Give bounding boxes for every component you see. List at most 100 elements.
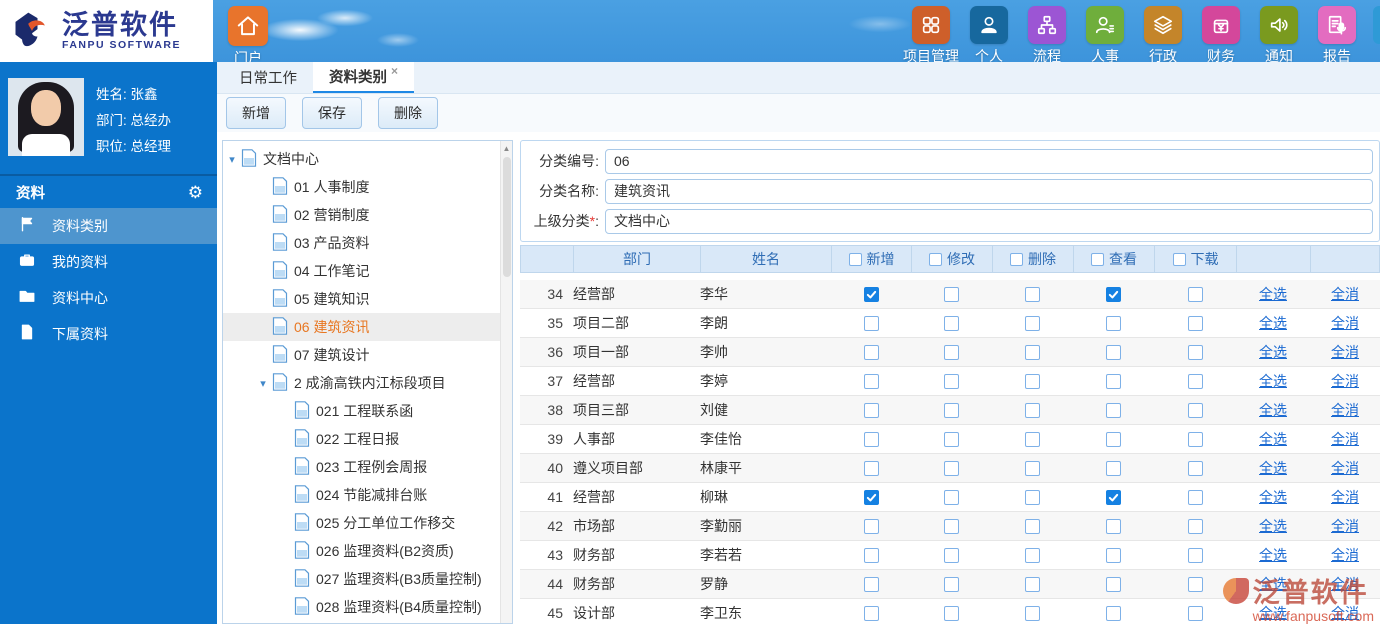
perm-checkbox-删除[interactable] (1025, 518, 1040, 534)
sidebar-item-briefcase[interactable]: 我的资料 (0, 244, 217, 280)
perm-checkbox-下载[interactable] (1187, 315, 1203, 331)
tree-item-0[interactable]: ▾ 文档中心 (223, 145, 512, 173)
select-all-link[interactable]: 全选 (1259, 284, 1287, 304)
perm-checkbox-查看[interactable] (1106, 431, 1121, 447)
tree-item-4[interactable]: 04 工作笔记 (223, 257, 512, 285)
header-checkbox-1[interactable] (929, 252, 942, 266)
category-number-input[interactable] (605, 148, 1373, 174)
perm-checkbox-删除[interactable] (1025, 460, 1040, 476)
perm-checkbox-删除[interactable] (1025, 373, 1040, 389)
tree-item-9[interactable]: 021 工程联系函 (223, 397, 512, 425)
perm-checkbox-下载[interactable] (1187, 344, 1203, 360)
clear-all-link[interactable]: 全消 (1331, 545, 1359, 565)
perm-checkbox-新增[interactable] (863, 547, 879, 563)
tree-item-11[interactable]: 023 工程例会周报 (223, 453, 512, 481)
sidebar-item-file[interactable]: 下属资料 (0, 316, 217, 352)
nav-item-3[interactable]: 人事 (1076, 6, 1134, 66)
nav-item-portal[interactable]: 门户 (222, 6, 274, 68)
perm-checkbox-查看[interactable] (1106, 460, 1121, 476)
clear-all-link[interactable]: 全消 (1331, 516, 1359, 536)
perm-checkbox-删除[interactable] (1025, 576, 1040, 592)
perm-checkbox-查看[interactable] (1106, 344, 1121, 360)
nav-item-partial[interactable] (1373, 6, 1380, 44)
tree-item-3[interactable]: 03 产品资料 (223, 229, 512, 257)
select-all-link[interactable]: 全选 (1259, 313, 1287, 333)
delete-button[interactable]: 删除 (378, 97, 438, 129)
perm-checkbox-查看[interactable] (1106, 315, 1121, 331)
perm-checkbox-修改[interactable] (944, 402, 959, 418)
perm-checkbox-修改[interactable] (944, 489, 959, 505)
nav-item-7[interactable]: 报告 (1308, 6, 1366, 66)
header-checkbox-3[interactable] (1091, 252, 1104, 266)
select-all-link[interactable]: 全选 (1259, 458, 1287, 478)
tree-item-7[interactable]: 07 建筑设计 (223, 341, 512, 369)
perm-checkbox-下载[interactable] (1187, 431, 1203, 447)
perm-checkbox-修改[interactable] (944, 344, 959, 360)
nav-item-0[interactable]: 项目管理 (902, 6, 960, 66)
select-all-link[interactable]: 全选 (1259, 400, 1287, 420)
nav-item-1[interactable]: 个人 (960, 6, 1018, 66)
perm-checkbox-新增[interactable] (863, 286, 879, 302)
select-all-link[interactable]: 全选 (1259, 545, 1287, 565)
perm-checkbox-查看[interactable] (1106, 576, 1121, 592)
gear-icon[interactable]: ⚙ (188, 184, 203, 201)
tree-item-16[interactable]: 028 监理资料(B4质量控制) (223, 593, 512, 621)
nav-item-6[interactable]: 通知 (1250, 6, 1308, 66)
sidebar-item-flag[interactable]: 资料类别 (0, 208, 217, 244)
nav-item-2[interactable]: 流程 (1018, 6, 1076, 66)
perm-checkbox-下载[interactable] (1187, 373, 1203, 389)
perm-checkbox-新增[interactable] (863, 431, 879, 447)
perm-checkbox-修改[interactable] (944, 373, 959, 389)
tree-item-14[interactable]: 026 监理资料(B2资质) (223, 537, 512, 565)
perm-checkbox-查看[interactable] (1106, 286, 1121, 302)
sidebar-item-folder[interactable]: 资料中心 (0, 280, 217, 316)
save-button[interactable]: 保存 (302, 97, 362, 129)
perm-checkbox-查看[interactable] (1106, 518, 1121, 534)
tab-material-category[interactable]: 资料类别 × (313, 62, 415, 93)
scrollbar-thumb[interactable] (502, 157, 511, 277)
clear-all-link[interactable]: 全消 (1331, 284, 1359, 304)
header-checkbox-2[interactable] (1010, 252, 1023, 266)
perm-checkbox-查看[interactable] (1106, 547, 1121, 563)
tree-scrollbar[interactable]: ▲ (500, 141, 512, 623)
perm-checkbox-查看[interactable] (1106, 373, 1121, 389)
header-checkbox-4[interactable] (1172, 252, 1186, 266)
perm-checkbox-下载[interactable] (1187, 460, 1203, 476)
clear-all-link[interactable]: 全消 (1331, 458, 1359, 478)
select-all-link[interactable]: 全选 (1259, 487, 1287, 507)
clear-all-link[interactable]: 全消 (1331, 487, 1359, 507)
select-all-link[interactable]: 全选 (1259, 516, 1287, 536)
clear-all-link[interactable]: 全消 (1331, 400, 1359, 420)
perm-checkbox-修改[interactable] (944, 431, 959, 447)
perm-checkbox-下载[interactable] (1187, 402, 1203, 418)
clear-all-link[interactable]: 全消 (1331, 574, 1359, 594)
clear-all-link[interactable]: 全消 (1331, 342, 1359, 362)
chevron-down-icon[interactable]: ▾ (254, 377, 272, 390)
perm-checkbox-下载[interactable] (1187, 576, 1203, 592)
perm-checkbox-删除[interactable] (1025, 431, 1040, 447)
scroll-up-icon[interactable]: ▲ (501, 141, 512, 153)
add-button[interactable]: 新增 (226, 97, 286, 129)
header-checkbox-0[interactable] (848, 252, 862, 266)
perm-checkbox-修改[interactable] (944, 286, 959, 302)
perm-checkbox-删除[interactable] (1025, 547, 1040, 563)
perm-checkbox-新增[interactable] (863, 576, 879, 592)
category-name-input[interactable] (605, 178, 1373, 204)
tree-item-6[interactable]: 06 建筑资讯 (223, 313, 512, 341)
perm-checkbox-下载[interactable] (1187, 489, 1203, 505)
clear-all-link[interactable]: 全消 (1331, 313, 1359, 333)
select-all-link[interactable]: 全选 (1259, 429, 1287, 449)
perm-checkbox-删除[interactable] (1025, 344, 1040, 360)
tree-item-10[interactable]: 022 工程日报 (223, 425, 512, 453)
perm-checkbox-新增[interactable] (863, 402, 879, 418)
perm-checkbox-下载[interactable] (1187, 286, 1203, 302)
perm-checkbox-新增[interactable] (863, 344, 879, 360)
select-all-link[interactable]: 全选 (1259, 603, 1287, 623)
perm-checkbox-删除[interactable] (1025, 402, 1040, 418)
chevron-down-icon[interactable]: ▾ (223, 153, 241, 166)
perm-checkbox-修改[interactable] (944, 605, 959, 621)
tree-item-2[interactable]: 02 营销制度 (223, 201, 512, 229)
parent-category-input[interactable] (605, 208, 1373, 234)
select-all-link[interactable]: 全选 (1259, 371, 1287, 391)
perm-checkbox-下载[interactable] (1187, 547, 1203, 563)
